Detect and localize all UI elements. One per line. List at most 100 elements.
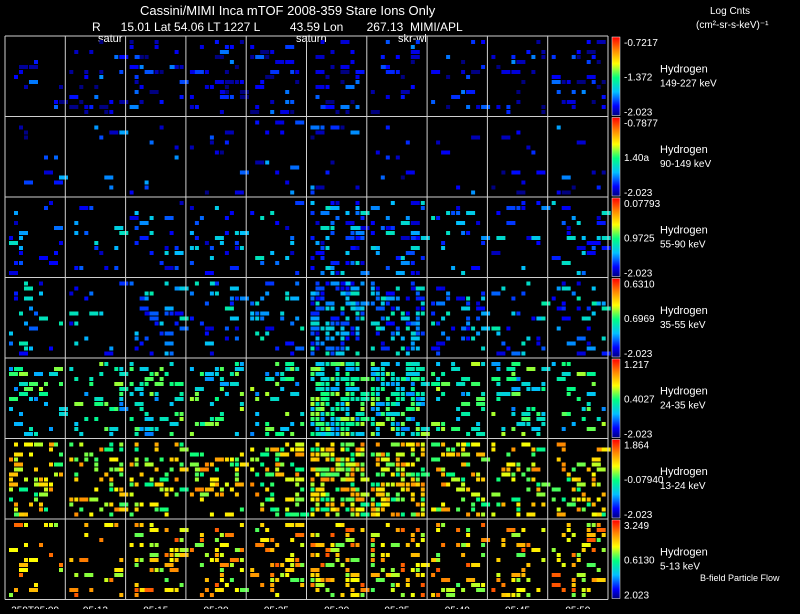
heatmap-cell bbox=[516, 593, 521, 597]
heatmap-cell bbox=[415, 477, 420, 482]
heatmap-cell bbox=[295, 442, 305, 447]
heatmap-cell bbox=[204, 553, 209, 557]
heatmap-cell bbox=[239, 296, 249, 301]
heatmap-cell bbox=[471, 502, 476, 507]
heatmap-cell bbox=[219, 563, 229, 567]
heatmap-cell bbox=[330, 412, 335, 416]
heatmap-cell bbox=[320, 326, 325, 331]
heatmap-cell bbox=[395, 427, 400, 431]
heatmap-cell bbox=[410, 472, 415, 477]
heatmap-cell bbox=[511, 477, 516, 482]
heatmap-cell bbox=[94, 246, 99, 250]
heatmap-cell bbox=[536, 40, 541, 44]
heatmap-cell bbox=[310, 190, 315, 195]
heatmap-cell bbox=[49, 482, 53, 487]
heatmap-cell bbox=[194, 477, 199, 482]
heatmap-cell bbox=[511, 427, 516, 431]
heatmap-cell bbox=[596, 523, 601, 527]
heatmap-cell bbox=[260, 336, 265, 341]
heatmap-cell bbox=[340, 523, 345, 527]
heatmap-cell bbox=[114, 573, 124, 577]
heatmap-cell bbox=[330, 125, 340, 130]
heatmap-cell bbox=[24, 321, 28, 326]
heatmap-cell bbox=[420, 256, 425, 260]
heatmap-cell bbox=[219, 377, 224, 381]
heatmap-cell bbox=[380, 412, 385, 416]
heatmap-cell bbox=[466, 578, 476, 582]
heatmap-cell bbox=[290, 462, 295, 467]
heatmap-cell bbox=[134, 241, 139, 245]
heatmap-cell bbox=[350, 467, 355, 472]
heatmap-cell bbox=[315, 85, 325, 89]
heatmap-cell bbox=[104, 502, 109, 507]
heatmap-cell bbox=[436, 553, 441, 557]
heatmap-cell bbox=[174, 477, 179, 482]
heatmap-cell bbox=[270, 110, 275, 114]
heatmap-cell bbox=[436, 568, 441, 572]
heatmap-cell bbox=[481, 523, 486, 527]
heatmap-cell bbox=[415, 326, 420, 331]
heatmap-cell bbox=[355, 351, 360, 356]
heatmap-cell bbox=[134, 502, 139, 507]
heatmap-cell bbox=[154, 482, 164, 487]
heatmap-cell bbox=[154, 70, 159, 74]
heatmap-cell bbox=[330, 160, 335, 165]
heatmap-cell bbox=[154, 427, 159, 431]
heatmap-cell bbox=[385, 452, 390, 457]
label-skr-wl: skr-wl bbox=[398, 33, 427, 45]
heatmap-cell bbox=[99, 447, 104, 452]
heatmap-cell bbox=[39, 482, 48, 487]
heatmap-cell bbox=[310, 135, 315, 140]
heatmap-cell bbox=[350, 261, 355, 265]
heatmap-cell bbox=[420, 538, 425, 542]
heatmap-cell bbox=[169, 422, 179, 426]
heatmap-cell bbox=[581, 271, 586, 275]
heatmap-cell bbox=[144, 291, 149, 296]
heatmap-cell bbox=[9, 457, 13, 462]
heatmap-cell bbox=[506, 326, 511, 331]
heatmap-cell bbox=[501, 538, 506, 542]
heatmap-cell bbox=[39, 392, 48, 396]
heatmap-cell bbox=[335, 201, 340, 205]
heatmap-cell bbox=[250, 568, 255, 572]
heatmap-cell bbox=[586, 588, 591, 592]
heatmap-cell bbox=[169, 382, 174, 386]
heatmap-cell bbox=[239, 588, 249, 592]
heatmap-cell bbox=[395, 462, 400, 467]
heatmap-cell bbox=[164, 216, 174, 220]
heatmap-cell bbox=[395, 422, 400, 426]
heatmap-cell bbox=[596, 578, 606, 582]
heatmap-cell bbox=[109, 427, 119, 431]
heatmap-cell bbox=[541, 558, 546, 562]
heatmap-cell bbox=[586, 407, 591, 411]
heatmap-cell bbox=[385, 382, 390, 386]
heatmap-cell bbox=[84, 452, 89, 457]
heatmap-cell bbox=[441, 286, 446, 291]
heatmap-cell bbox=[576, 462, 586, 467]
heatmap-cell bbox=[390, 417, 395, 421]
heatmap-cell bbox=[79, 85, 84, 89]
heatmap-cell bbox=[234, 492, 239, 497]
heatmap-cell bbox=[395, 382, 400, 386]
heatmap-cell bbox=[320, 211, 330, 215]
heatmap-cell bbox=[295, 558, 300, 562]
heatmap-cell bbox=[119, 397, 124, 401]
heatmap-cell bbox=[159, 457, 164, 462]
heatmap-cell bbox=[410, 201, 420, 205]
colorbar-mid-label: 0.6969 bbox=[624, 314, 655, 325]
heatmap-cell bbox=[194, 70, 204, 74]
heatmap-cell bbox=[229, 296, 234, 301]
heatmap-cell bbox=[320, 417, 325, 421]
heatmap-cell bbox=[209, 402, 214, 406]
row-species-label: Hydrogen bbox=[660, 385, 708, 397]
heatmap-cell bbox=[69, 367, 74, 371]
heatmap-cell bbox=[94, 487, 99, 492]
heatmap-cell bbox=[270, 573, 275, 577]
heatmap-cell bbox=[436, 140, 441, 145]
heatmap-cell bbox=[350, 472, 355, 477]
heatmap-cell bbox=[199, 563, 204, 567]
heatmap-cell bbox=[526, 336, 531, 341]
heatmap-cell bbox=[134, 336, 139, 341]
heatmap-cell bbox=[224, 533, 234, 537]
heatmap-cell bbox=[526, 281, 531, 286]
